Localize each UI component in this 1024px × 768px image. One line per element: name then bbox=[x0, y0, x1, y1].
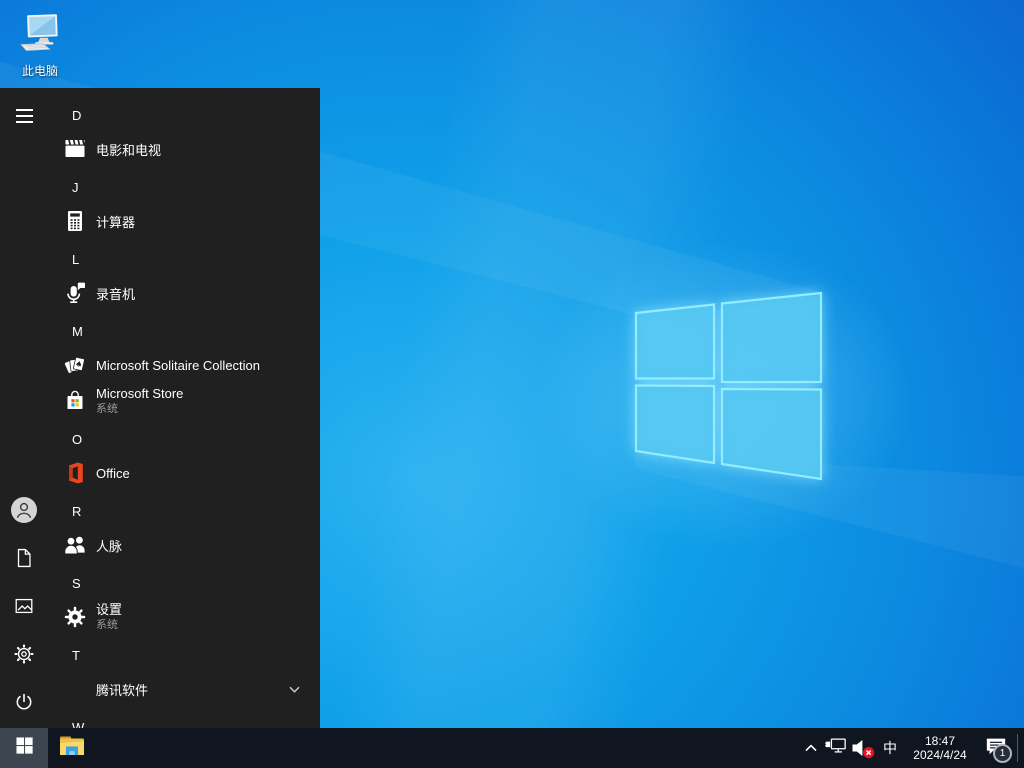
section-letter: L bbox=[0, 252, 79, 267]
app-item-office[interactable]: Office bbox=[0, 455, 320, 491]
app-label: 人脉 bbox=[96, 536, 122, 555]
windows-start-icon bbox=[16, 737, 33, 759]
solitaire-icon: ♠ bbox=[63, 353, 87, 377]
app-item-solitaire[interactable]: ♠ Microsoft Solitaire Collection bbox=[0, 347, 320, 383]
office-icon bbox=[63, 461, 87, 485]
section-letter: T bbox=[0, 648, 80, 663]
clock-date: 2024/4/24 bbox=[907, 748, 973, 762]
app-label: Microsoft Store bbox=[96, 386, 183, 401]
section-header-o[interactable]: O bbox=[0, 421, 320, 457]
ime-indicator[interactable]: 中 bbox=[877, 728, 903, 768]
chevron-up-icon bbox=[805, 739, 817, 757]
people-icon bbox=[63, 533, 87, 557]
app-item-microsoft-store[interactable]: Microsoft Store 系统 bbox=[0, 379, 320, 423]
file-explorer-icon bbox=[59, 735, 85, 762]
folder-item-tencent[interactable]: 腾讯软件 bbox=[0, 671, 320, 707]
section-letter: M bbox=[0, 324, 83, 339]
section-letter: W bbox=[0, 720, 84, 729]
volume-muted-icon bbox=[850, 737, 876, 759]
app-label: 计算器 bbox=[96, 212, 135, 231]
section-letter: D bbox=[0, 108, 81, 123]
movies-tv-icon bbox=[63, 137, 87, 161]
calculator-icon bbox=[63, 209, 87, 233]
store-icon bbox=[63, 389, 87, 413]
notification-count-badge: 1 bbox=[993, 744, 1012, 763]
section-header-t[interactable]: T bbox=[0, 637, 320, 673]
app-label: Office bbox=[96, 466, 130, 481]
network-tray-button[interactable] bbox=[823, 728, 849, 768]
show-desktop-button[interactable] bbox=[1018, 728, 1024, 768]
file-explorer-button[interactable] bbox=[48, 728, 96, 768]
clock-time: 18:47 bbox=[907, 734, 973, 748]
section-header-r[interactable]: R bbox=[0, 493, 320, 529]
show-hidden-icons-button[interactable] bbox=[799, 728, 823, 768]
chevron-down-icon bbox=[289, 680, 300, 698]
app-label: 电影和电视 bbox=[96, 140, 161, 159]
app-sublabel: 系统 bbox=[96, 618, 122, 633]
app-item-movies-tv[interactable]: 电影和电视 bbox=[0, 131, 320, 167]
section-letter: O bbox=[0, 432, 82, 447]
section-header-d[interactable]: D bbox=[0, 97, 320, 133]
folder-label: 腾讯软件 bbox=[96, 680, 148, 699]
app-item-voice-recorder[interactable]: 录音机 bbox=[0, 275, 320, 311]
app-item-calculator[interactable]: 计算器 bbox=[0, 203, 320, 239]
section-letter: S bbox=[0, 576, 81, 591]
app-label: 录音机 bbox=[96, 284, 135, 303]
volume-tray-button[interactable] bbox=[849, 728, 877, 768]
settings-gear-icon bbox=[63, 605, 87, 629]
app-sublabel: 系统 bbox=[96, 402, 183, 417]
start-menu: D 电影和电视 J bbox=[0, 88, 320, 728]
app-label: Microsoft Solitaire Collection bbox=[96, 358, 260, 373]
windows-desktop: 此电脑 bbox=[0, 0, 1024, 768]
action-center-button[interactable]: 1 bbox=[979, 728, 1013, 768]
section-letter: J bbox=[0, 180, 79, 195]
taskbar-clock[interactable]: 18:47 2024/4/24 bbox=[907, 734, 973, 762]
app-label: 设置 bbox=[96, 602, 122, 617]
section-header-m[interactable]: M bbox=[0, 313, 320, 349]
start-button[interactable] bbox=[0, 728, 48, 768]
voice-recorder-icon bbox=[63, 281, 87, 305]
ethernet-network-icon bbox=[825, 737, 847, 759]
taskbar: 中 18:47 2024/4/24 1 bbox=[0, 728, 1024, 768]
section-header-j[interactable]: J bbox=[0, 169, 320, 205]
section-letter: R bbox=[0, 504, 81, 519]
system-tray: 中 18:47 2024/4/24 1 bbox=[799, 728, 1024, 768]
this-pc-label: 此电脑 bbox=[10, 62, 70, 79]
app-item-people[interactable]: 人脉 bbox=[0, 527, 320, 563]
app-item-settings[interactable]: 设置 系统 bbox=[0, 595, 320, 639]
section-header-l[interactable]: L bbox=[0, 241, 320, 277]
section-header-w[interactable]: W bbox=[0, 709, 320, 728]
this-pc-shortcut[interactable]: 此电脑 bbox=[10, 10, 70, 79]
this-pc-icon bbox=[15, 43, 65, 60]
